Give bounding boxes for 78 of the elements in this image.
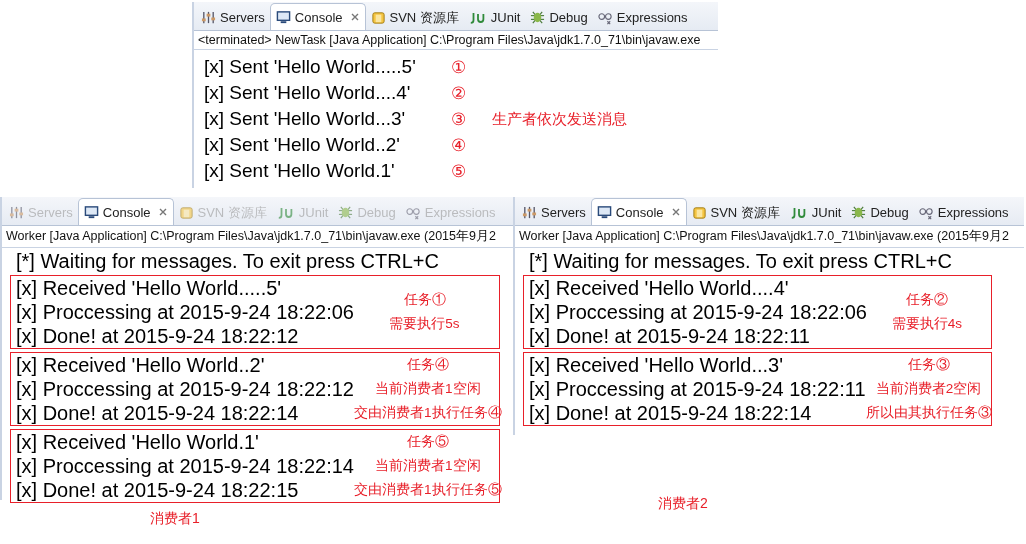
annotation: 需要执行4s <box>891 315 963 333</box>
console-line: [x] Received 'Hello World..2' <box>16 353 266 377</box>
step-number: ⑤ <box>451 160 466 182</box>
bug-icon <box>530 10 546 25</box>
monitor-icon <box>596 204 612 220</box>
step-number: ④ <box>451 134 466 156</box>
console-line: [x] Done! at 2015-9-24 18:22:14 <box>16 401 300 425</box>
console-line: [x] Received 'Hello World.....5' <box>16 276 283 300</box>
view-tab[interactable]: Expressions <box>913 200 1014 225</box>
expressions-icon <box>918 205 934 220</box>
console-line: [x] Sent 'Hello World.1' <box>204 160 395 182</box>
annotation: 生产者依次发送消息 <box>492 109 627 129</box>
view-tab[interactable]: Debug <box>525 5 593 30</box>
annotation: 任务⑤ <box>406 433 449 451</box>
console-line: [x] Done! at 2015-9-24 18:22:15 <box>16 478 300 502</box>
step-number: ② <box>451 82 466 104</box>
console-line: [x] Sent 'Hello World...3' <box>204 108 406 130</box>
caption: 消费者2 <box>658 495 709 513</box>
view-tab[interactable]: Servers <box>517 200 591 225</box>
bug-icon <box>338 205 354 220</box>
process-status: <terminated> NewTask [Java Application] C:\Program Files\Java\jdk1.7.0_71\bin\javaw.exe <box>194 31 718 50</box>
console-line: [x] Sent 'Hello World..2' <box>204 134 400 156</box>
console-line: [x] Proccessing at 2015-9-24 18:22:14 <box>16 454 354 478</box>
view-tab[interactable]: Console <box>269 3 366 30</box>
console-line: [x] Received 'Hello World...3' <box>529 353 785 377</box>
view-tab[interactable]: Expressions <box>592 5 693 30</box>
expressions-icon <box>405 205 421 220</box>
database-icon <box>370 10 386 25</box>
monitor-icon <box>83 204 99 220</box>
view-tab[interactable]: SVN 资源库 <box>365 5 464 30</box>
junit-icon <box>468 10 487 25</box>
console-line: [x] Received 'Hello World....4' <box>529 276 790 300</box>
annotation: 当前消费者1空闲 <box>375 380 481 398</box>
console-line: [*] Waiting for messages. To exit press CTRL+C <box>528 250 953 274</box>
process-status: Worker [Java Application] C:\Program Files\Java\jdk1.7.0_71\bin\javaw.exe (2015年9月2 <box>515 226 1024 248</box>
close-icon[interactable] <box>349 12 360 22</box>
console-line: [x] Proccessing at 2015-9-24 18:22:06 <box>529 300 867 324</box>
bug-icon <box>851 205 867 220</box>
junit-icon <box>789 205 808 220</box>
annotation: 当前消费者1空闲 <box>375 457 481 475</box>
view-tab[interactable]: JUnit <box>784 200 847 225</box>
console-line: [x] Proccessing at 2015-9-24 18:22:11 <box>529 377 866 401</box>
sliders-icon <box>522 205 537 220</box>
console-line: [x] Received 'Hello World.1' <box>16 430 260 454</box>
database-icon <box>178 205 194 220</box>
annotation: 任务① <box>403 291 446 309</box>
console-line: [x] Done! at 2015-9-24 18:22:14 <box>529 401 813 425</box>
console-line: [x] Done! at 2015-9-24 18:22:11 <box>529 324 811 348</box>
expressions-icon <box>597 10 613 25</box>
step-number: ① <box>451 56 466 78</box>
console-line: [x] Done! at 2015-9-24 18:22:12 <box>16 324 300 348</box>
annotation: 需要执行5s <box>389 315 460 333</box>
step-number: ③ <box>451 108 466 130</box>
annotation: 所以由其执行任务③ <box>865 404 992 422</box>
console-line: [x] Proccessing at 2015-9-24 18:22:06 <box>16 300 354 324</box>
junit-icon <box>276 205 295 220</box>
process-status: Worker [Java Application] C:\Program Files\Java\jdk1.7.0_71\bin\javaw.exe (2015年9月2 <box>2 226 513 248</box>
view-tab[interactable]: Servers <box>196 5 270 30</box>
annotation: 任务③ <box>907 356 950 374</box>
monitor-icon <box>275 9 291 25</box>
annotation: 任务② <box>906 291 948 309</box>
sliders-icon <box>9 205 24 220</box>
sliders-icon <box>201 10 216 25</box>
view-tab[interactable]: SVN 资源库 <box>686 200 785 225</box>
view-tab[interactable]: Debug <box>846 200 914 225</box>
view-tab[interactable]: JUnit <box>463 5 526 30</box>
database-icon <box>691 205 707 220</box>
caption: 消费者1 <box>150 510 201 528</box>
annotation: 当前消费者2空闲 <box>875 380 982 398</box>
annotation: 任务④ <box>406 356 449 374</box>
console-line: [x] Sent 'Hello World.....5' <box>204 56 416 78</box>
console-line: [*] Waiting for messages. To exit press CTRL+C <box>15 250 440 274</box>
close-icon[interactable] <box>157 207 168 217</box>
console-line: [x] Proccessing at 2015-9-24 18:22:12 <box>16 377 354 401</box>
view-tab[interactable]: Console <box>590 198 687 225</box>
view-tab[interactable]: Console <box>77 198 174 225</box>
close-icon[interactable] <box>670 207 681 217</box>
console-line: [x] Sent 'Hello World....4' <box>204 82 411 104</box>
